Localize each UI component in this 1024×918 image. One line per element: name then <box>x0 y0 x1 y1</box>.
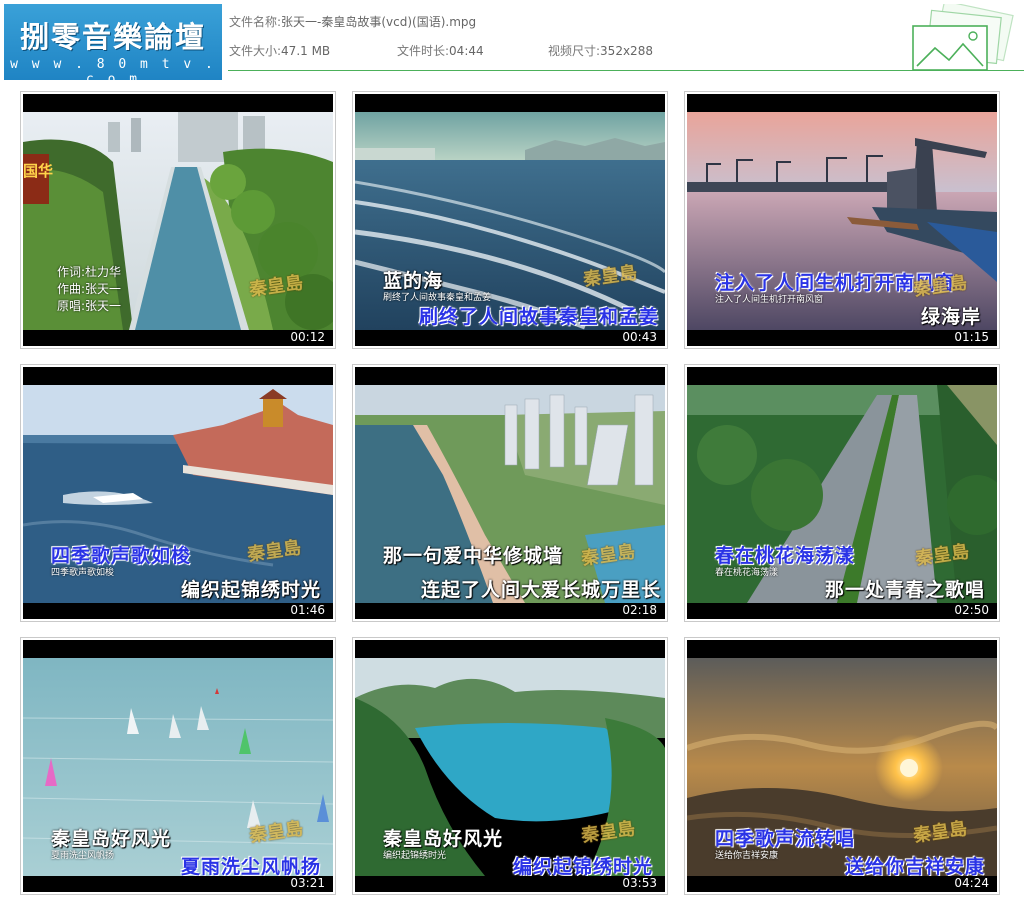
timestamp: 00:43 <box>622 330 657 344</box>
timestamp: 01:46 <box>290 603 325 617</box>
lyric-line-1-sub: 送给你吉祥安康 <box>715 851 779 861</box>
lyric-line-1: 四季歌声流转唱 <box>715 828 856 850</box>
scene-sea-waves: 蓝的海 刷终了人间故事秦皇和孟姜 刷终了人间故事秦皇和孟姜 秦皇島 <box>355 112 665 330</box>
lyric-line-1-sub: 夏雨洗尘风帆扬 <box>51 851 115 861</box>
timestamp: 03:21 <box>290 876 325 890</box>
timestamp: 03:53 <box>622 876 657 890</box>
video-frame: 那一句爱中华修城墙 连起了人间大爱长城万里长 秦皇島 02:18 <box>355 367 665 619</box>
file-name-label: 文件名称: <box>229 15 282 29</box>
lyric-line-2: 绿海岸 <box>921 306 982 328</box>
file-duration-row: 文件时长:04:44 <box>397 42 484 59</box>
file-size-row: 文件大小:47.1 MB <box>229 42 330 59</box>
singer-credit: 原唱:张天一 <box>57 299 122 313</box>
red-sign: 国华 <box>23 162 54 180</box>
lyric-line-2: 刷终了人间故事秦皇和孟姜 <box>419 306 660 328</box>
lyric-line-1: 四季歌声歌如梭 <box>51 545 192 567</box>
thumbnail-4[interactable]: 四季歌声歌如梭 四季歌声歌如梭 编织起锦绣时光 秦皇島 01:46 <box>20 364 336 622</box>
scene-windsurfers: 秦皇岛好风光 夏雨洗尘风帆扬 夏雨洗尘风帆扬 秦皇島 <box>23 658 333 876</box>
file-duration-value: 04:44 <box>449 44 484 58</box>
lyric-line-1: 蓝的海 <box>383 270 444 292</box>
thumbnail-6[interactable]: 春在桃花海荡漾 春在桃花海荡漾 那一处青春之歌唱 秦皇島 02:50 <box>684 364 1000 622</box>
composer-credit: 作曲:张天一 <box>57 282 122 296</box>
timestamp: 02:50 <box>954 603 989 617</box>
thumbnail-9[interactable]: 四季歌声流转唱 送给你吉祥安康 送给你吉祥安康 秦皇島 04:24 <box>684 637 1000 895</box>
lyric-line-1: 春在桃花海荡漾 <box>715 545 856 567</box>
video-frame: 蓝的海 刷终了人间故事秦皇和孟姜 刷终了人间故事秦皇和孟姜 秦皇島 00:43 <box>355 94 665 346</box>
timestamp: 00:12 <box>290 330 325 344</box>
lyric-line-1-sub: 编织起锦绣时光 <box>383 851 447 861</box>
song-credits: 作词:杜力华 作曲:张天一 原唱:张天一 <box>57 264 121 315</box>
file-dimensions-label: 视频尺寸: <box>548 44 601 58</box>
video-frame: 秦皇岛好风光 编织起锦绣时光 编织起锦绣时光 秦皇島 03:53 <box>355 640 665 892</box>
lyric-line-1: 那一句爱中华修城墙 <box>383 545 564 567</box>
video-thumbnail-sheet: 捌零音樂論壇 w w w . 8 0 m t v . c o m 文件名称:张天… <box>0 0 1024 918</box>
timestamp: 01:15 <box>954 330 989 344</box>
lyric-line-2: 编织起锦绣时光 <box>181 579 322 601</box>
lyric-line-1-sub: 注入了人间生机打开南风窗 <box>715 295 824 305</box>
thumbnail-5[interactable]: 那一句爱中华修城墙 连起了人间大爱长城万里长 秦皇島 02:18 <box>352 364 668 622</box>
scene-forest-highway: 春在桃花海荡漾 春在桃花海荡漾 那一处青春之歌唱 秦皇島 <box>687 385 997 603</box>
file-name-row: 文件名称:张天一-秦皇岛故事(vcd)(国语).mpg <box>229 13 476 30</box>
video-frame: 四季歌声歌如梭 四季歌声歌如梭 编织起锦绣时光 秦皇島 01:46 <box>23 367 333 619</box>
lyric-line-1-sub: 四季歌声歌如梭 <box>51 568 115 578</box>
logo-title: 捌零音樂論壇 <box>19 20 206 54</box>
file-size-value: 47.1 MB <box>281 44 331 58</box>
thumbnail-8[interactable]: 秦皇岛好风光 编织起锦绣时光 编织起锦绣时光 秦皇島 03:53 <box>352 637 668 895</box>
video-frame: 四季歌声流转唱 送给你吉祥安康 送给你吉祥安康 秦皇島 04:24 <box>687 640 997 892</box>
lyric-line-2: 送给你吉祥安康 <box>845 856 986 876</box>
thumbnail-1[interactable]: 国华 作词:杜力华 作曲:张天一 原唱:张天一 秦皇島 00:12 <box>20 91 336 349</box>
file-name-value: 张天一-秦皇岛故事(vcd)(国语).mpg <box>281 15 477 29</box>
timestamp: 02:18 <box>622 603 657 617</box>
video-frame: 国华 作词:杜力华 作曲:张天一 原唱:张天一 秦皇島 00:12 <box>23 94 333 346</box>
thumbnail-2[interactable]: 蓝的海 刷终了人间故事秦皇和孟姜 刷终了人间故事秦皇和孟姜 秦皇島 00:43 <box>352 91 668 349</box>
scene-park-path: 国华 作词:杜力华 作曲:张天一 原唱:张天一 秦皇島 <box>23 112 333 330</box>
lyric-line-2: 夏雨洗尘风帆扬 <box>181 856 322 876</box>
lyric-line-1: 秦皇岛好风光 <box>51 828 172 850</box>
site-logo: 捌零音樂論壇 w w w . 8 0 m t v . c o m <box>4 4 222 87</box>
thumbnail-7[interactable]: 秦皇岛好风光 夏雨洗尘风帆扬 夏雨洗尘风帆扬 秦皇島 03:21 <box>20 637 336 895</box>
file-dimensions-row: 视频尺寸:352x288 <box>548 42 653 59</box>
scene-sunset-clouds: 四季歌声流转唱 送给你吉祥安康 送给你吉祥安康 秦皇島 <box>687 658 997 876</box>
file-size-label: 文件大小: <box>229 44 282 58</box>
lyric-line-2: 编织起锦绣时光 <box>513 856 654 876</box>
scene-beach-towers: 那一句爱中华修城墙 连起了人间大爱长城万里长 秦皇島 <box>355 385 665 603</box>
logo-url: w w w . 8 0 m t v . c o m <box>10 57 216 87</box>
video-frame: 注入了人间生机打开南风窗 注入了人间生机打开南风窗 绿海岸 秦皇島 01:15 <box>687 94 997 346</box>
scene-harbor-cranes: 注入了人间生机打开南风窗 注入了人间生机打开南风窗 绿海岸 秦皇島 <box>687 112 997 330</box>
thumbnail-3[interactable]: 注入了人间生机打开南风窗 注入了人间生机打开南风窗 绿海岸 秦皇島 01:15 <box>684 91 1000 349</box>
file-dimensions-value: 352x288 <box>600 44 653 58</box>
video-frame: 秦皇岛好风光 夏雨洗尘风帆扬 夏雨洗尘风帆扬 秦皇島 03:21 <box>23 640 333 892</box>
timestamp: 04:24 <box>954 876 989 890</box>
video-frame: 春在桃花海荡漾 春在桃花海荡漾 那一处青春之歌唱 秦皇島 02:50 <box>687 367 997 619</box>
scene-lake-hills: 秦皇岛好风光 编织起锦绣时光 编织起锦绣时光 秦皇島 <box>355 658 665 876</box>
lyric-line-2: 那一处青春之歌唱 <box>825 579 986 601</box>
lyric-line-2: 连起了人间大爱长城万里长 <box>421 579 662 601</box>
scene-jetski-pier: 四季歌声歌如梭 四季歌声歌如梭 编织起锦绣时光 秦皇島 <box>23 385 333 603</box>
photo-stack-icon <box>912 4 1014 71</box>
lyricist-credit: 作词:杜力华 <box>57 265 122 279</box>
lyric-line-1-sub: 春在桃花海荡漾 <box>715 568 779 578</box>
file-duration-label: 文件时长: <box>397 44 450 58</box>
lyric-line-1: 秦皇岛好风光 <box>383 828 504 850</box>
